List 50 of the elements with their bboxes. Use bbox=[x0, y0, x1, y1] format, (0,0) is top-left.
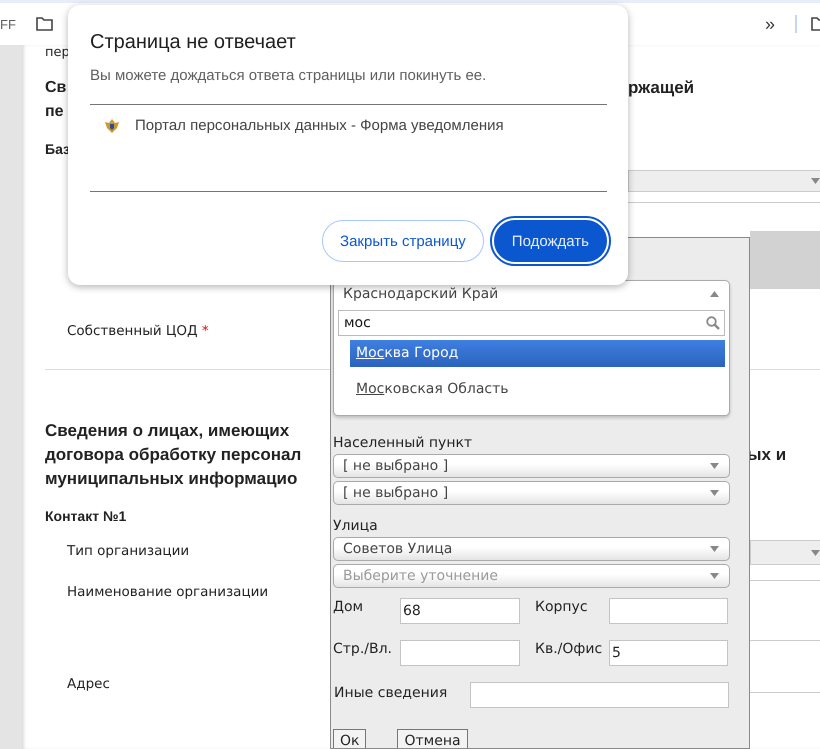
heading-fragment: договора обработку персонал bbox=[45, 444, 302, 466]
field-label: Тип организации bbox=[67, 543, 190, 559]
page-title[interactable]: Портал персональных данных - Форма уведомления bbox=[135, 117, 504, 134]
bookmark-item[interactable]: FF bbox=[0, 16, 16, 32]
dialog-button[interactable]: Ок bbox=[333, 729, 366, 748]
select-field[interactable] bbox=[628, 170, 820, 192]
dialog-message: Вы можете дождаться ответа страницы или покинуть ее. bbox=[90, 66, 488, 86]
field-label: Иные сведения bbox=[334, 684, 448, 703]
caret-icon bbox=[710, 490, 719, 496]
heading-fragment: Сведения о лицах, имеющих bbox=[45, 420, 290, 442]
text-field[interactable] bbox=[609, 598, 728, 624]
heading-fragment: ржащей bbox=[628, 77, 694, 99]
select-field[interactable]: [ не выбрано ] bbox=[333, 481, 730, 505]
caret-icon bbox=[710, 573, 719, 579]
field-label: Дом bbox=[333, 598, 364, 616]
search-field[interactable]: мос bbox=[338, 310, 725, 336]
field-label: Стр./Вл. bbox=[333, 640, 393, 658]
dropdown-option[interactable]: Москва Город bbox=[350, 340, 725, 367]
field-label: Адрес bbox=[67, 676, 110, 692]
dialog-title: Страница не отвечает bbox=[90, 30, 297, 54]
disabled-field bbox=[750, 231, 820, 289]
caret-icon bbox=[811, 550, 820, 556]
caret-icon bbox=[710, 463, 719, 469]
heading-fragment: пе bbox=[45, 102, 64, 122]
caret-icon bbox=[811, 178, 820, 184]
select-field[interactable] bbox=[750, 540, 820, 565]
contact-title: Контакт №1 bbox=[45, 507, 128, 525]
text-field[interactable]: 5 bbox=[609, 640, 728, 666]
emblem-icon bbox=[104, 118, 120, 134]
dialog-button[interactable]: Отмена bbox=[397, 729, 468, 748]
field-label: Кв./Офис bbox=[534, 640, 604, 658]
field-label: Корпус bbox=[534, 598, 589, 616]
heading-fragment: Св bbox=[45, 78, 66, 98]
folder-icon[interactable] bbox=[36, 17, 53, 31]
close-page-button[interactable]: Закрыть страницу bbox=[322, 220, 484, 262]
field-label: Наименование организации bbox=[67, 584, 268, 600]
overflow-button[interactable]: » bbox=[764, 14, 775, 34]
select-field[interactable]: Советов Улица bbox=[333, 537, 730, 561]
text-field[interactable] bbox=[470, 682, 729, 708]
text-field[interactable] bbox=[400, 640, 520, 666]
search-icon bbox=[706, 316, 720, 330]
text-field[interactable]: 68 bbox=[400, 598, 520, 624]
field-label: Собственный ЦОД * bbox=[67, 323, 209, 339]
heading-fragment: муниципальных информацио bbox=[45, 468, 298, 490]
dropdown-option[interactable]: Московская Область bbox=[350, 376, 725, 403]
select-field[interactable]: [ не выбрано ] bbox=[333, 454, 730, 478]
field-label: Населенный пункт bbox=[333, 434, 474, 452]
caret-icon bbox=[710, 546, 719, 552]
region-select[interactable]: Краснодарский Край bbox=[343, 286, 498, 302]
field-label: Улица bbox=[333, 517, 379, 535]
